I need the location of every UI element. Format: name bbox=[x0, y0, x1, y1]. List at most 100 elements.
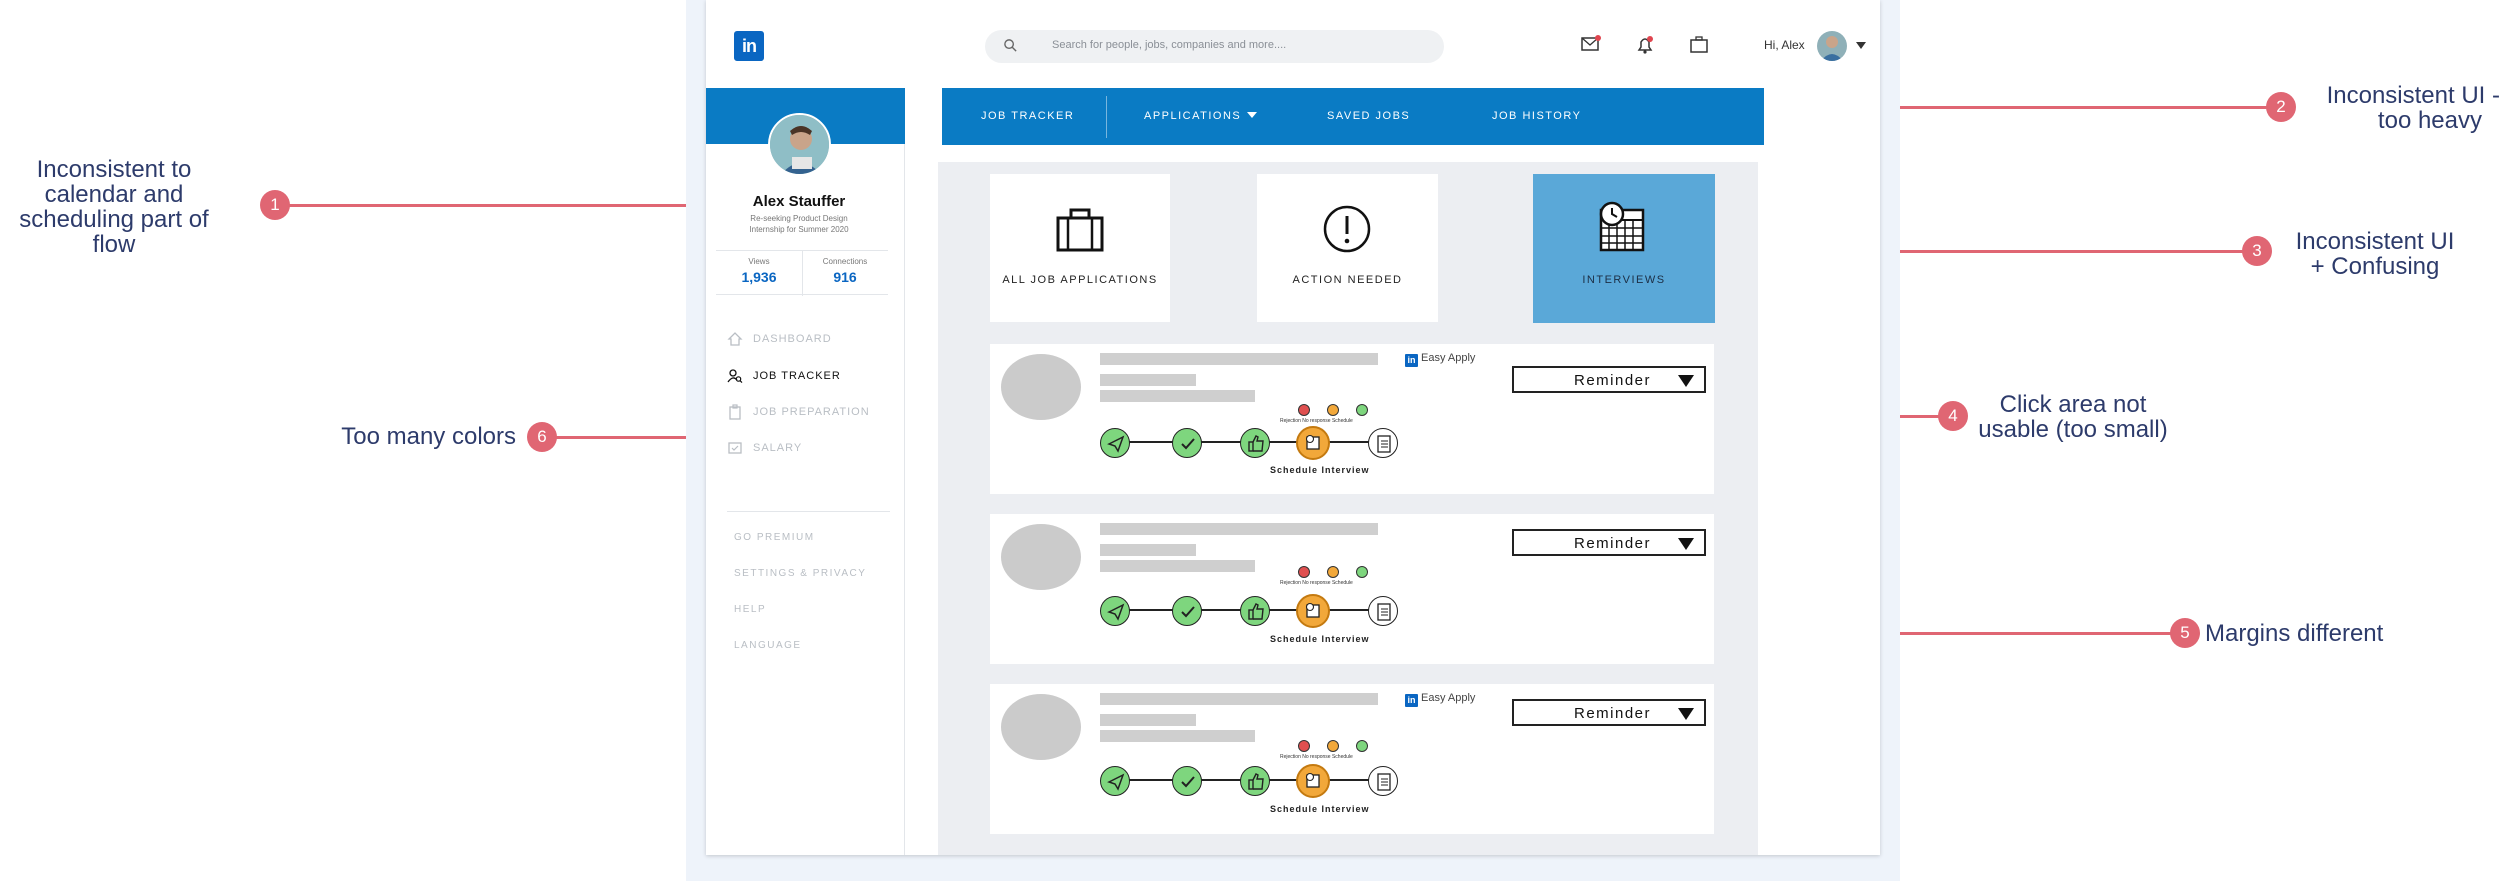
annotation-line: usable (too small) bbox=[1978, 416, 2168, 443]
annotation-4-badge: 4 bbox=[1938, 401, 1968, 431]
status-mini-buttons: Rejection No response Schedule bbox=[1280, 566, 1380, 596]
reminder-dropdown[interactable]: Reminder bbox=[1512, 529, 1706, 556]
schedule-interview-link[interactable]: Schedule Interview bbox=[1270, 465, 1370, 475]
sidebar-item-label: JOB TRACKER bbox=[753, 370, 841, 382]
linkedin-small-icon: in bbox=[1405, 694, 1418, 707]
card-all-job-applications[interactable]: ALL JOB APPLICATIONS bbox=[990, 174, 1170, 322]
offer-step-icon[interactable] bbox=[1368, 766, 1398, 796]
job-card[interactable]: in Easy Apply Reminder Rejection No respo… bbox=[990, 344, 1714, 494]
schedule-button[interactable] bbox=[1356, 566, 1368, 578]
checked-step-icon[interactable] bbox=[1172, 596, 1202, 626]
job-card[interactable]: Reminder Rejection No response Schedule … bbox=[990, 514, 1714, 664]
offer-step-icon[interactable] bbox=[1368, 428, 1398, 458]
linkedin-small-icon: in bbox=[1405, 354, 1418, 367]
user-search-icon bbox=[727, 369, 743, 384]
notifications-icon[interactable] bbox=[1634, 34, 1656, 56]
annotation-line: Click area not bbox=[1999, 391, 2147, 418]
sidebar-link-help[interactable]: HELP bbox=[734, 604, 766, 615]
annotation-5-badge: 5 bbox=[2170, 618, 2200, 648]
easy-apply-tag: in Easy Apply bbox=[1405, 352, 1475, 367]
annotation-line: Too many colors bbox=[341, 423, 516, 450]
no-response-button[interactable] bbox=[1327, 566, 1339, 578]
sidebar-link-premium[interactable]: GO PREMIUM bbox=[734, 532, 815, 543]
text-placeholder bbox=[1100, 714, 1196, 726]
search-input[interactable]: Search for people, jobs, companies and m… bbox=[985, 30, 1444, 63]
text-placeholder bbox=[1100, 693, 1378, 705]
profile-stats: Views 1,936 Connections 916 bbox=[716, 250, 888, 296]
sent-step-icon[interactable] bbox=[1100, 596, 1130, 626]
messages-icon[interactable] bbox=[1580, 34, 1602, 56]
tab-job-history[interactable]: JOB HISTORY bbox=[1492, 110, 1581, 122]
profile-headline: Re-seeking Product Design Internship for… bbox=[706, 213, 892, 235]
text-placeholder bbox=[1100, 523, 1378, 535]
schedule-button[interactable] bbox=[1356, 404, 1368, 416]
thumbs-up-step-icon[interactable] bbox=[1240, 766, 1270, 796]
schedule-interview-link[interactable]: Schedule Interview bbox=[1270, 804, 1370, 814]
sidebar-item-label: DASHBOARD bbox=[753, 333, 832, 345]
company-logo-placeholder bbox=[1001, 694, 1081, 760]
progress-tracker bbox=[1100, 594, 1410, 628]
company-logo-placeholder bbox=[1001, 524, 1081, 590]
tab-label: APPLICATIONS bbox=[1144, 110, 1242, 122]
avatar[interactable] bbox=[1817, 31, 1847, 61]
tab-applications[interactable]: APPLICATIONS bbox=[1144, 110, 1258, 122]
stat-views[interactable]: Views 1,936 bbox=[716, 257, 802, 285]
card-action-needed[interactable]: ACTION NEEDED bbox=[1257, 174, 1438, 322]
profile-name[interactable]: Alex Stauffer bbox=[706, 193, 892, 210]
annotation-1-badge: 1 bbox=[260, 190, 290, 220]
interview-step-icon[interactable] bbox=[1296, 594, 1330, 628]
sidebar-divider bbox=[727, 511, 890, 512]
card-label: INTERVIEWS bbox=[1582, 274, 1666, 286]
thumbs-up-step-icon[interactable] bbox=[1240, 596, 1270, 626]
reminder-dropdown[interactable]: Reminder bbox=[1512, 699, 1706, 726]
chevron-down-icon bbox=[1678, 538, 1694, 550]
sent-step-icon[interactable] bbox=[1100, 428, 1130, 458]
annotation-3-text: Inconsistent UI + Confusing bbox=[2280, 229, 2470, 279]
clipboard-icon bbox=[729, 404, 741, 420]
sidebar-link-language[interactable]: LANGUAGE bbox=[734, 640, 802, 651]
annotation-line: Margins different bbox=[2205, 620, 2384, 647]
offer-step-icon[interactable] bbox=[1368, 596, 1398, 626]
interview-step-icon[interactable] bbox=[1296, 426, 1330, 460]
mini-button-labels: Rejection No response Schedule bbox=[1280, 580, 1353, 586]
stat-label: Connections bbox=[822, 257, 868, 266]
reminder-label: Reminder bbox=[1574, 535, 1652, 552]
checked-step-icon[interactable] bbox=[1172, 428, 1202, 458]
stat-value: 916 bbox=[833, 269, 857, 285]
interview-step-icon[interactable] bbox=[1296, 764, 1330, 798]
tab-saved-jobs[interactable]: SAVED JOBS bbox=[1327, 110, 1410, 122]
annotation-1-leader bbox=[287, 204, 740, 207]
no-response-button[interactable] bbox=[1327, 740, 1339, 752]
briefcase-icon[interactable] bbox=[1688, 34, 1710, 56]
annotation-4-text: Click area not usable (too small) bbox=[1968, 392, 2178, 442]
schedule-button[interactable] bbox=[1356, 740, 1368, 752]
checked-step-icon[interactable] bbox=[1172, 766, 1202, 796]
thumbs-up-step-icon[interactable] bbox=[1240, 428, 1270, 458]
sent-step-icon[interactable] bbox=[1100, 766, 1130, 796]
rejection-button[interactable] bbox=[1298, 740, 1310, 752]
mini-button-labels: Rejection No response Schedule bbox=[1280, 754, 1353, 760]
card-interviews[interactable]: INTERVIEWS bbox=[1533, 174, 1715, 323]
linkedin-logo-icon[interactable]: in bbox=[734, 31, 764, 61]
stat-value: 1,936 bbox=[741, 269, 777, 285]
profile-headline-line: Internship for Summer 2020 bbox=[749, 225, 849, 234]
money-icon bbox=[728, 442, 742, 454]
rejection-button[interactable] bbox=[1298, 566, 1310, 578]
stat-label: Views bbox=[748, 257, 770, 266]
sidebar-link-settings[interactable]: SETTINGS & PRIVACY bbox=[734, 568, 866, 579]
schedule-interview-link[interactable]: Schedule Interview bbox=[1270, 634, 1370, 644]
stat-connections[interactable]: Connections 916 bbox=[802, 257, 888, 285]
reminder-dropdown[interactable]: Reminder bbox=[1512, 366, 1706, 393]
search-icon bbox=[1004, 39, 1017, 52]
annotation-line: Inconsistent UI bbox=[2295, 228, 2455, 255]
rejection-button[interactable] bbox=[1298, 404, 1310, 416]
no-response-button[interactable] bbox=[1327, 404, 1339, 416]
text-placeholder bbox=[1100, 560, 1255, 572]
search-placeholder: Search for people, jobs, companies and m… bbox=[1052, 39, 1287, 51]
tab-divider bbox=[1106, 96, 1107, 138]
account-menu-chevron-icon[interactable] bbox=[1856, 42, 1866, 49]
tab-job-tracker[interactable]: JOB TRACKER bbox=[981, 110, 1074, 122]
job-card[interactable]: in Easy Apply Reminder Rejection No respo… bbox=[990, 684, 1714, 834]
chevron-down-icon bbox=[1678, 708, 1694, 720]
profile-avatar[interactable] bbox=[768, 113, 831, 176]
